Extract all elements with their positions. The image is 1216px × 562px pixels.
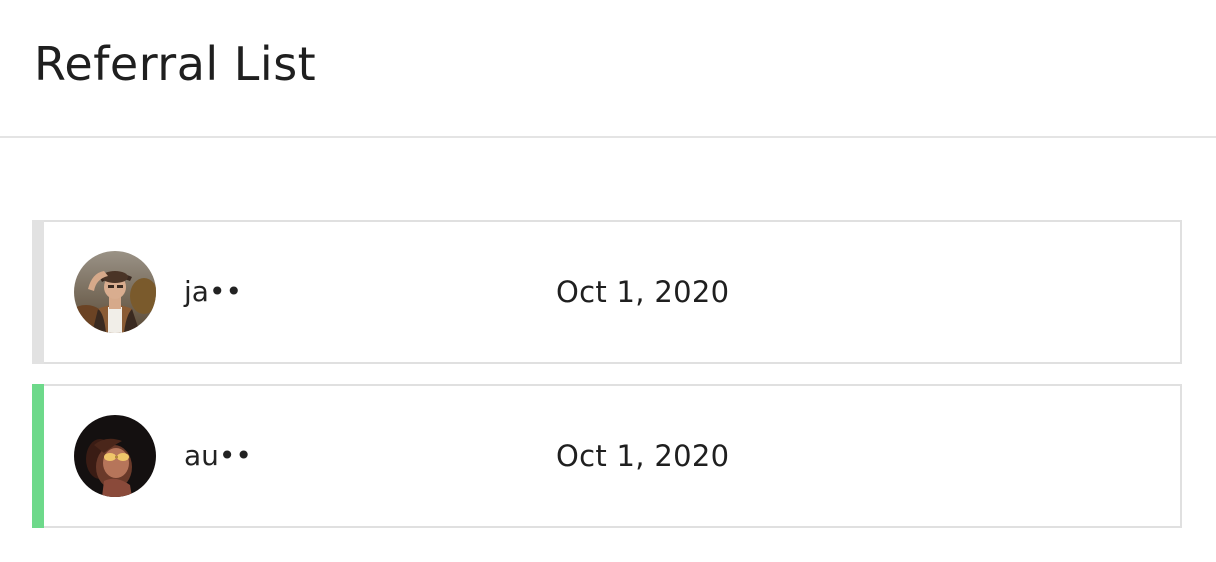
avatar (74, 415, 156, 497)
page-header: Referral List (0, 0, 1216, 138)
referral-name: au•• (184, 439, 252, 472)
referral-date: Oct 1, 2020 (556, 439, 730, 473)
referral-row[interactable]: au•• Oct 1, 2020 (32, 384, 1182, 528)
referral-name: ja•• (184, 275, 242, 308)
row-status-accent (32, 220, 44, 364)
page-title: Referral List (34, 37, 317, 91)
avatar (74, 251, 156, 333)
referral-list: ja•• Oct 1, 2020 au•• Oct 1, 2020 (32, 220, 1182, 548)
referral-date: Oct 1, 2020 (556, 275, 730, 309)
avatar-photo (74, 251, 156, 333)
referral-row[interactable]: ja•• Oct 1, 2020 (32, 220, 1182, 364)
avatar-photo (74, 415, 156, 497)
row-status-accent (32, 384, 44, 528)
